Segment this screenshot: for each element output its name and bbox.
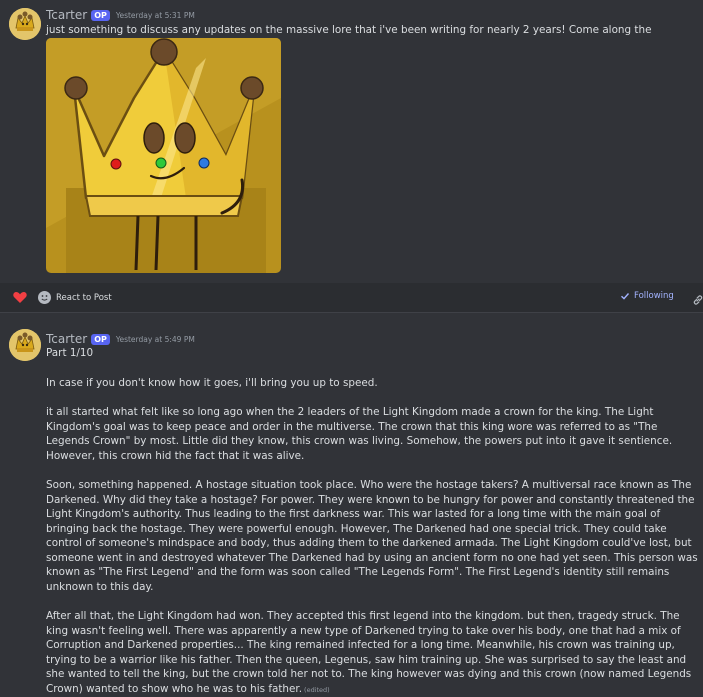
author-name[interactable]: Tcarter <box>46 332 87 346</box>
post-image[interactable] <box>46 38 281 273</box>
smiley-icon <box>38 291 51 304</box>
post-header: Tcarter OP Yesterday at 5:31 PM <box>46 7 195 23</box>
crown-avatar-icon <box>9 8 41 40</box>
author-name[interactable]: Tcarter <box>46 8 87 22</box>
react-label: React to Post <box>56 292 112 303</box>
op-badge: OP <box>91 9 110 21</box>
reply-paragraph: Soon, something happened. A hostage situ… <box>46 479 698 593</box>
crown-avatar-icon <box>9 329 41 361</box>
op-badge: OP <box>91 333 110 345</box>
author-avatar[interactable] <box>9 329 41 361</box>
reply-paragraph-text: After all that, the Light Kingdom had wo… <box>46 610 692 695</box>
timestamp: Yesterday at 5:31 PM <box>115 10 195 20</box>
heart-icon[interactable] <box>12 289 28 305</box>
following-label: Following <box>634 291 674 301</box>
react-to-post-button[interactable]: React to Post <box>38 289 112 306</box>
reply-paragraph-last: After all that, the Light Kingdom had wo… <box>46 609 698 697</box>
following-button[interactable]: Following <box>620 291 674 301</box>
edited-label: (edited) <box>304 685 330 694</box>
timestamp: Yesterday at 5:49 PM <box>115 334 195 344</box>
reply-content: Part 1/10 In case if you don't know how … <box>46 346 698 697</box>
reply-paragraph: Part 1/10 <box>46 347 94 359</box>
reply-header: Tcarter OP Yesterday at 5:49 PM <box>46 331 195 347</box>
link-icon[interactable] <box>692 291 703 305</box>
golden-crown-character-image <box>46 38 281 273</box>
reply-paragraph: In case if you don't know how it goes, i… <box>46 376 378 389</box>
check-icon <box>621 293 630 300</box>
reply-paragraph: it all started what felt like so long ag… <box>46 406 673 462</box>
author-avatar[interactable] <box>9 8 41 40</box>
divider <box>0 312 703 313</box>
